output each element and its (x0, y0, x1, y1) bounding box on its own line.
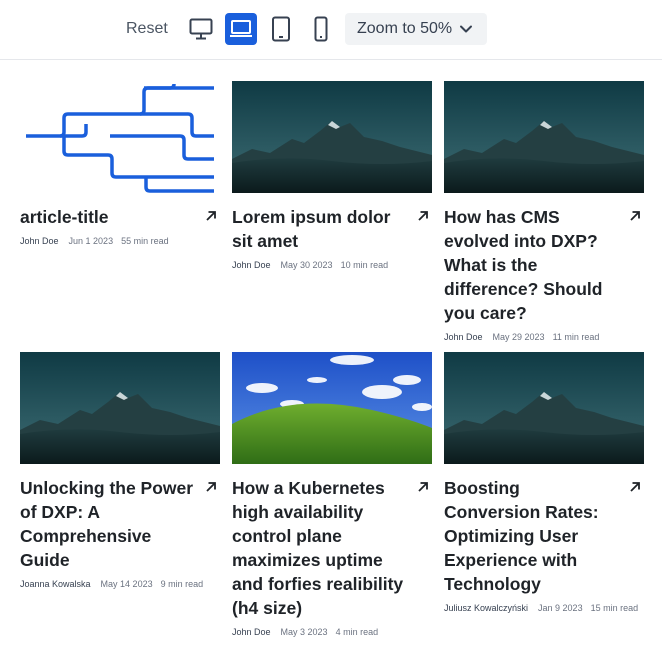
article-date: May 3 2023 (280, 627, 328, 637)
reset-button[interactable]: Reset (118, 13, 176, 45)
arrow-up-right-icon (630, 211, 640, 221)
article-title[interactable]: How has CMS evolved into DXP? What is th… (444, 205, 618, 325)
desktop-view-button[interactable] (185, 13, 217, 45)
mobile-icon (314, 16, 328, 42)
article-image (444, 352, 644, 464)
article-meta: John Doe Jun 1 2023 55 min read (20, 235, 220, 248)
arrow-up-right-icon (206, 211, 216, 221)
article-image (444, 81, 644, 193)
tablet-view-button[interactable] (265, 13, 297, 45)
article-card[interactable]: Boosting Conversion Rates: Optimizing Us… (444, 352, 644, 615)
article-title[interactable]: article-title (20, 205, 194, 229)
laptop-icon (230, 20, 252, 37)
zoom-label: Zoom to 50% (357, 20, 453, 37)
chevron-down-icon (460, 25, 472, 33)
article-read-time: 9 min read (160, 579, 204, 589)
article-meta: Joanna Kowalska May 14 2023 9 min read (20, 578, 220, 591)
article-image (20, 81, 220, 193)
article-read-time: 15 min read (590, 603, 639, 613)
article-meta: John Doe May 30 2023 10 min read (232, 259, 432, 272)
arrow-up-right-icon (418, 211, 428, 221)
article-read-time: 55 min read (121, 236, 169, 246)
article-card[interactable]: How has CMS evolved into DXP? What is th… (444, 81, 644, 344)
article-date: May 30 2023 (280, 260, 333, 270)
article-read-time: 10 min read (340, 260, 389, 270)
article-image (232, 81, 432, 193)
article-card[interactable]: How a Kubernetes high availability contr… (232, 352, 432, 639)
article-card[interactable]: Unlocking the Power of DXP: A Comprehens… (20, 352, 220, 591)
arrow-up-right-icon (418, 482, 428, 492)
article-date: May 29 2023 (492, 332, 545, 342)
article-title[interactable]: How a Kubernetes high availability contr… (232, 476, 406, 620)
article-meta: John Doe May 29 2023 11 min read (444, 331, 644, 344)
article-date: May 14 2023 (100, 579, 153, 589)
article-author: John Doe (444, 332, 483, 342)
article-title[interactable]: Lorem ipsum dolor sit amet (232, 205, 406, 253)
article-date: Jun 1 2023 (68, 236, 114, 246)
article-author: Juliusz Kowalczyński (444, 603, 529, 613)
article-date: Jan 9 2023 (538, 603, 583, 613)
arrow-up-right-icon (206, 482, 216, 492)
article-title[interactable]: Unlocking the Power of DXP: A Comprehens… (20, 476, 194, 572)
article-author: John Doe (232, 260, 271, 270)
mobile-view-button[interactable] (305, 13, 337, 45)
article-card[interactable]: Lorem ipsum dolor sit amet John Doe May 3… (232, 81, 432, 272)
tablet-icon (272, 16, 290, 42)
article-meta: Juliusz Kowalczyński Jan 9 2023 15 min rea… (444, 602, 644, 615)
preview-toolbar: Reset Zoom to 50% (0, 0, 662, 60)
article-image (20, 352, 220, 464)
arrow-up-right-icon (630, 482, 640, 492)
article-author: John Doe (232, 627, 271, 637)
article-card[interactable]: article-title John Doe Jun 1 2023 55 min r… (20, 81, 220, 248)
article-author: John Doe (20, 236, 59, 246)
laptop-view-button[interactable] (225, 13, 257, 45)
zoom-select[interactable]: Zoom to 50% (345, 13, 487, 45)
article-read-time: 4 min read (335, 627, 379, 637)
article-image (232, 352, 432, 464)
article-meta: John Doe May 3 2023 4 min read (232, 626, 432, 639)
article-title[interactable]: Boosting Conversion Rates: Optimizing Us… (444, 476, 618, 596)
article-read-time: 11 min read (552, 332, 600, 342)
article-author: Joanna Kowalska (20, 579, 91, 589)
desktop-icon (189, 18, 213, 40)
